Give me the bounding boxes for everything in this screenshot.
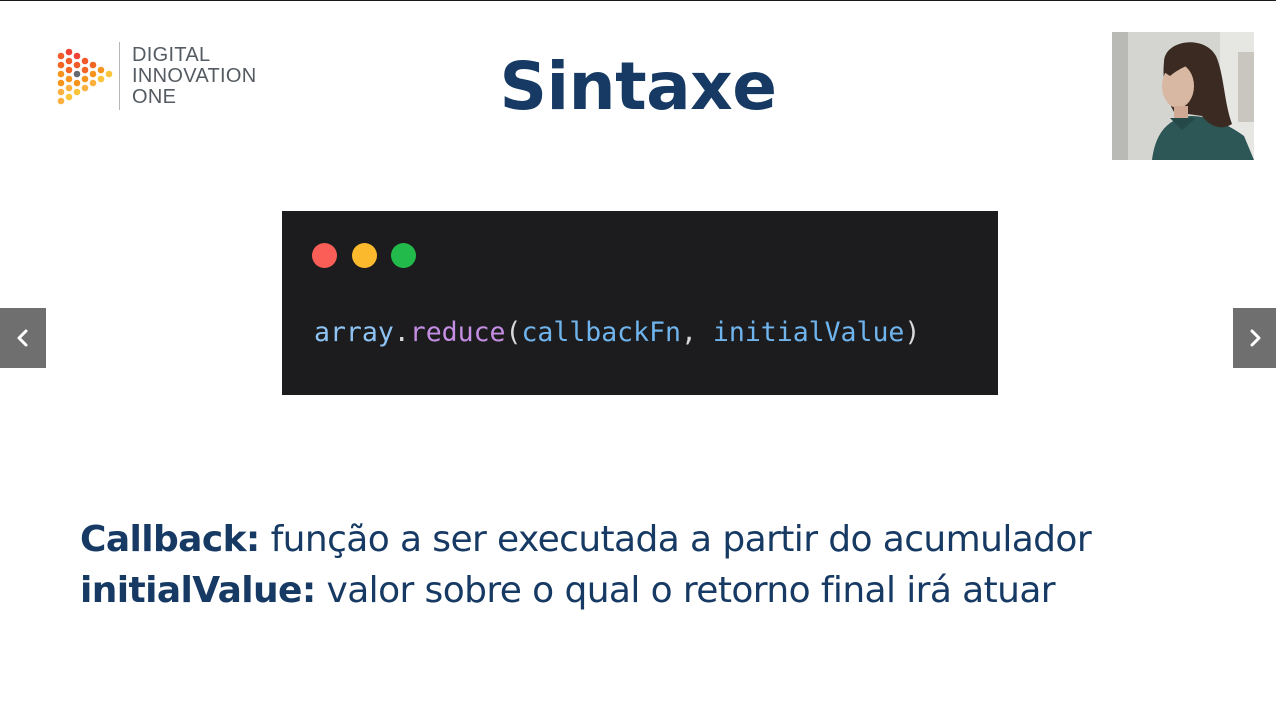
- slide-title: Sintaxe: [499, 48, 777, 125]
- definitions-list: Callback: função a ser executada a parti…: [80, 514, 1092, 616]
- code-token-dot: .: [393, 317, 410, 348]
- window-maximize-dot: [391, 243, 416, 268]
- window-close-dot: [312, 243, 337, 268]
- definition-description: função a ser executada a partir do acumu…: [259, 519, 1092, 560]
- code-token-callbackfn: callbackFn: [521, 317, 681, 348]
- definition-initialvalue: initialValue: valor sobre o qual o retor…: [80, 565, 1091, 616]
- next-slide-button[interactable]: [1233, 308, 1276, 368]
- definition-term: Callback:: [80, 519, 260, 560]
- code-token-open-paren: (: [505, 317, 522, 348]
- top-border: [0, 0, 1276, 1]
- window-minimize-dot: [352, 243, 377, 268]
- code-window: [282, 211, 998, 395]
- code-token-initialvalue: initialValue: [712, 317, 905, 348]
- definition-description: valor sobre o qual o retorno final irá a…: [315, 570, 1056, 611]
- chevron-right-icon: [1250, 329, 1260, 347]
- code-snippet: array.reduce(callbackFn, initialValue): [314, 314, 920, 352]
- code-token-array: array: [314, 317, 394, 348]
- presenter-webcam: [1112, 32, 1254, 160]
- presenter-video-icon: [1112, 32, 1254, 160]
- previous-slide-button[interactable]: [0, 308, 46, 368]
- definition-callback: Callback: função a ser executada a parti…: [80, 514, 1092, 565]
- chevron-left-icon: [17, 329, 28, 347]
- code-token-reduce: reduce: [409, 317, 506, 348]
- code-token-comma: ,: [681, 317, 713, 348]
- code-token-close-paren: ): [904, 317, 921, 348]
- definition-term: initialValue:: [80, 570, 316, 611]
